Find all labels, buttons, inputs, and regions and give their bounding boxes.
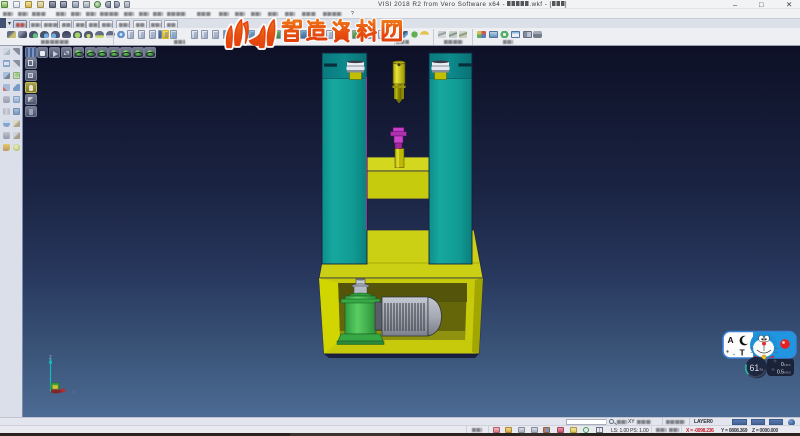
svg-text:T: T: [740, 348, 746, 358]
svg-text:61: 61: [750, 363, 760, 373]
svg-text:A: A: [728, 335, 734, 345]
svg-text:x: x: [72, 390, 75, 396]
svg-text:%: %: [760, 367, 764, 372]
